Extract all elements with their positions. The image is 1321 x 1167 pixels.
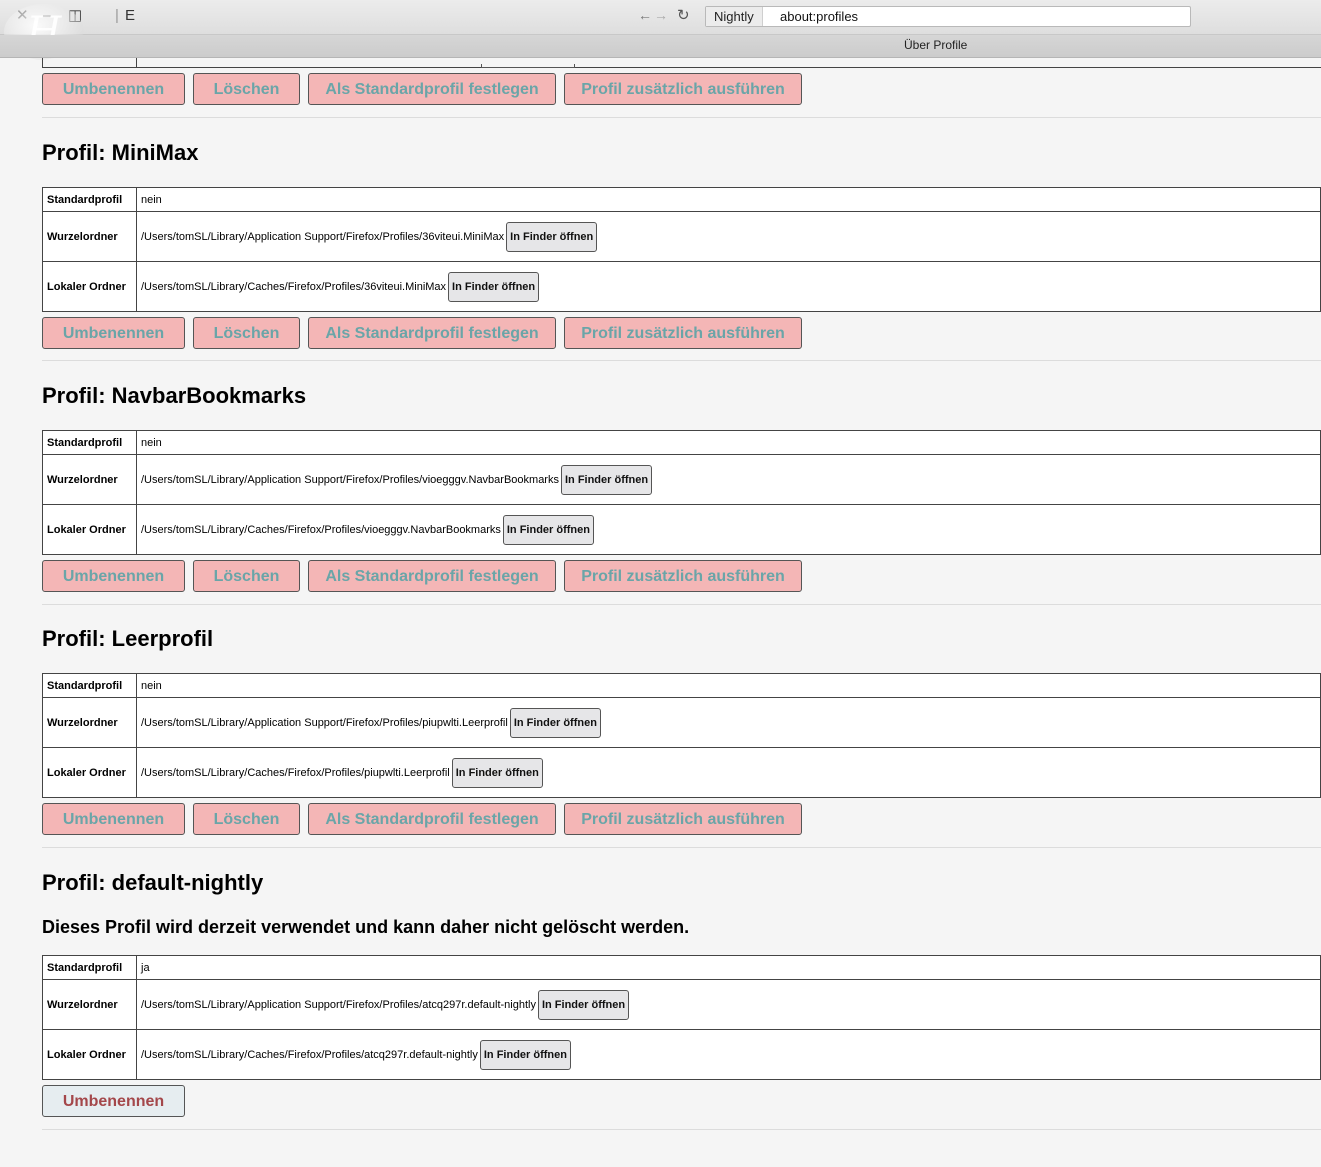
open-root-finder-button[interactable]: In Finder öffnen <box>560 464 653 495</box>
profile-separator <box>42 604 1321 605</box>
default-profile-label: Standardprofil <box>42 430 137 455</box>
local-dir-cell: /Users/tomSL/Library/Caches/Firefox/Prof… <box>136 504 1321 555</box>
profile-separator <box>42 847 1321 848</box>
default-profile-value: ja <box>136 955 1321 980</box>
rename-button[interactable]: Umbenennen <box>42 73 185 105</box>
open-root-finder-button[interactable]: In Finder öffnen <box>537 989 630 1020</box>
table-row: Standardprofil nein <box>42 430 1321 455</box>
local-dir-path: /Users/tomSL/Library/Caches/Firefox/Prof… <box>141 766 450 779</box>
rename-button[interactable]: Umbenennen <box>42 803 185 835</box>
profile-separator <box>42 117 1321 118</box>
root-dir-label: Wurzelordner <box>42 979 137 1030</box>
tab-title[interactable]: Über Profile <box>904 38 967 52</box>
root-dir-cell: /Users/tomSL/Library/Application Support… <box>136 979 1321 1030</box>
open-root-finder-button[interactable]: In Finder öffnen <box>506 221 598 252</box>
open-local-finder-button[interactable]: In Finder öffnen <box>451 757 543 788</box>
default-profile-label: Standardprofil <box>42 955 137 980</box>
table-row: Lokaler Ordner /Users/tomSL/Library/Cach… <box>42 747 1321 798</box>
root-dir-path: /Users/tomSL/Library/Application Support… <box>141 473 559 486</box>
delete-button[interactable]: Löschen <box>193 560 300 592</box>
root-dir-cell: /Users/tomSL/Library/Application Support… <box>136 697 1321 748</box>
set-default-button[interactable]: Als Standardprofil festlegen <box>308 73 556 105</box>
local-dir-cell: /Users/tomSL/Library/Caches/Firefox/Prof… <box>136 747 1321 798</box>
root-dir-label: Wurzelordner <box>42 454 137 505</box>
delete-button[interactable]: Löschen <box>193 803 300 835</box>
root-dir-path: /Users/tomSL/Library/Application Support… <box>141 230 505 243</box>
launch-profile-button[interactable]: Profil zusätzlich ausführen <box>564 317 802 349</box>
profile-title: Profil: Leerprofil <box>42 626 214 651</box>
previous-profile-table <box>42 58 1321 68</box>
local-dir-label: Lokaler Ordner <box>42 504 137 555</box>
rename-button[interactable]: Umbenennen <box>42 1085 185 1117</box>
finder-button-stub <box>481 64 575 68</box>
root-dir-label: Wurzelordner <box>42 211 137 262</box>
default-profile-value: nein <box>136 187 1321 212</box>
table-row: Lokaler Ordner /Users/tomSL/Library/Cach… <box>42 1029 1321 1080</box>
launch-profile-button[interactable]: Profil zusätzlich ausführen <box>564 560 802 592</box>
rename-button[interactable]: Umbenennen <box>42 317 185 349</box>
open-local-finder-button[interactable]: In Finder öffnen <box>502 514 594 545</box>
launch-profile-button[interactable]: Profil zusätzlich ausführen <box>564 803 802 835</box>
root-dir-label: Wurzelordner <box>42 697 137 748</box>
table-row: Wurzelordner /Users/tomSL/Library/Applic… <box>42 697 1321 748</box>
set-default-button[interactable]: Als Standardprofil festlegen <box>308 803 556 835</box>
local-dir-cell: /Users/tomSL/Library/Caches/Firefox/Prof… <box>136 261 1321 312</box>
profile-separator <box>42 1129 1321 1130</box>
rename-button[interactable]: Umbenennen <box>42 560 185 592</box>
local-dir-path: /Users/tomSL/Library/Caches/Firefox/Prof… <box>141 1048 478 1061</box>
current-profile-note: Dieses Profil wird derzeit verwendet und… <box>42 917 690 937</box>
table-row: Wurzelordner /Users/tomSL/Library/Applic… <box>42 979 1321 1030</box>
profile-title: Profil: NavbarBookmarks <box>42 383 307 408</box>
profile-table: Standardprofil nein Wurzelordner /Users/… <box>42 673 1321 798</box>
profile-title: Profil: MiniMax <box>42 140 199 165</box>
profiles-page: Umbenennen Löschen Als Standardprofil fe… <box>42 58 1321 1167</box>
url-text[interactable]: about:profiles <box>780 7 858 26</box>
local-dir-cell: /Users/tomSL/Library/Caches/Firefox/Prof… <box>136 1029 1321 1080</box>
open-local-finder-button[interactable]: In Finder öffnen <box>479 1039 571 1070</box>
local-dir-path: /Users/tomSL/Library/Caches/Firefox/Prof… <box>141 280 447 293</box>
table-row: Lokaler Ordner /Users/tomSL/Library/Cach… <box>42 504 1321 555</box>
local-dir-label: Lokaler Ordner <box>42 1029 137 1080</box>
table-row: Standardprofil nein <box>42 187 1321 212</box>
forward-icon[interactable]: → <box>654 7 668 23</box>
url-bar[interactable]: Nightly about:profiles <box>705 6 1191 27</box>
default-profile-label: Standardprofil <box>42 187 137 212</box>
table-row: Lokaler Ordner /Users/tomSL/Library/Cach… <box>42 261 1321 312</box>
local-dir-path: /Users/tomSL/Library/Caches/Firefox/Prof… <box>141 523 501 536</box>
reload-icon[interactable]: ↻ <box>677 6 690 24</box>
root-dir-cell: /Users/tomSL/Library/Application Support… <box>136 211 1321 262</box>
delete-button[interactable]: Löschen <box>193 317 300 349</box>
tab-strip: Über Profile <box>0 35 1321 58</box>
root-dir-cell: /Users/tomSL/Library/Application Support… <box>136 454 1321 505</box>
default-profile-value: nein <box>136 673 1321 698</box>
table-cell-divider <box>136 58 137 67</box>
reader-icon[interactable]: E <box>125 6 135 26</box>
profile-table: Standardprofil nein Wurzelordner /Users/… <box>42 430 1321 555</box>
profile-title: Profil: default-nightly <box>42 870 264 895</box>
browser-toolbar: ✕ – ◫ | E ← → ↻ Nightly about:profiles <box>0 0 1321 35</box>
identity-label[interactable]: Nightly <box>706 7 763 26</box>
table-row: Wurzelordner /Users/tomSL/Library/Applic… <box>42 454 1321 505</box>
open-local-finder-button[interactable]: In Finder öffnen <box>448 271 540 302</box>
local-dir-label: Lokaler Ordner <box>42 747 137 798</box>
profile-separator <box>42 360 1321 361</box>
default-profile-value: nein <box>136 430 1321 455</box>
root-dir-path: /Users/tomSL/Library/Application Support… <box>141 716 508 729</box>
toolbar-separator-icon: | <box>115 7 119 24</box>
open-root-finder-button[interactable]: In Finder öffnen <box>509 707 601 738</box>
table-row: Wurzelordner /Users/tomSL/Library/Applic… <box>42 211 1321 262</box>
local-dir-label: Lokaler Ordner <box>42 261 137 312</box>
launch-profile-button[interactable]: Profil zusätzlich ausführen <box>564 73 802 105</box>
delete-button[interactable]: Löschen <box>193 73 300 105</box>
back-icon[interactable]: ← <box>638 7 652 23</box>
set-default-button[interactable]: Als Standardprofil festlegen <box>308 560 556 592</box>
profile-table: Standardprofil nein Wurzelordner /Users/… <box>42 187 1321 312</box>
default-profile-label: Standardprofil <box>42 673 137 698</box>
set-default-button[interactable]: Als Standardprofil festlegen <box>308 317 556 349</box>
table-row: Standardprofil nein <box>42 673 1321 698</box>
table-row: Standardprofil ja <box>42 955 1321 980</box>
root-dir-path: /Users/tomSL/Library/Application Support… <box>141 998 536 1011</box>
profile-table: Standardprofil ja Wurzelordner /Users/to… <box>42 955 1321 1080</box>
